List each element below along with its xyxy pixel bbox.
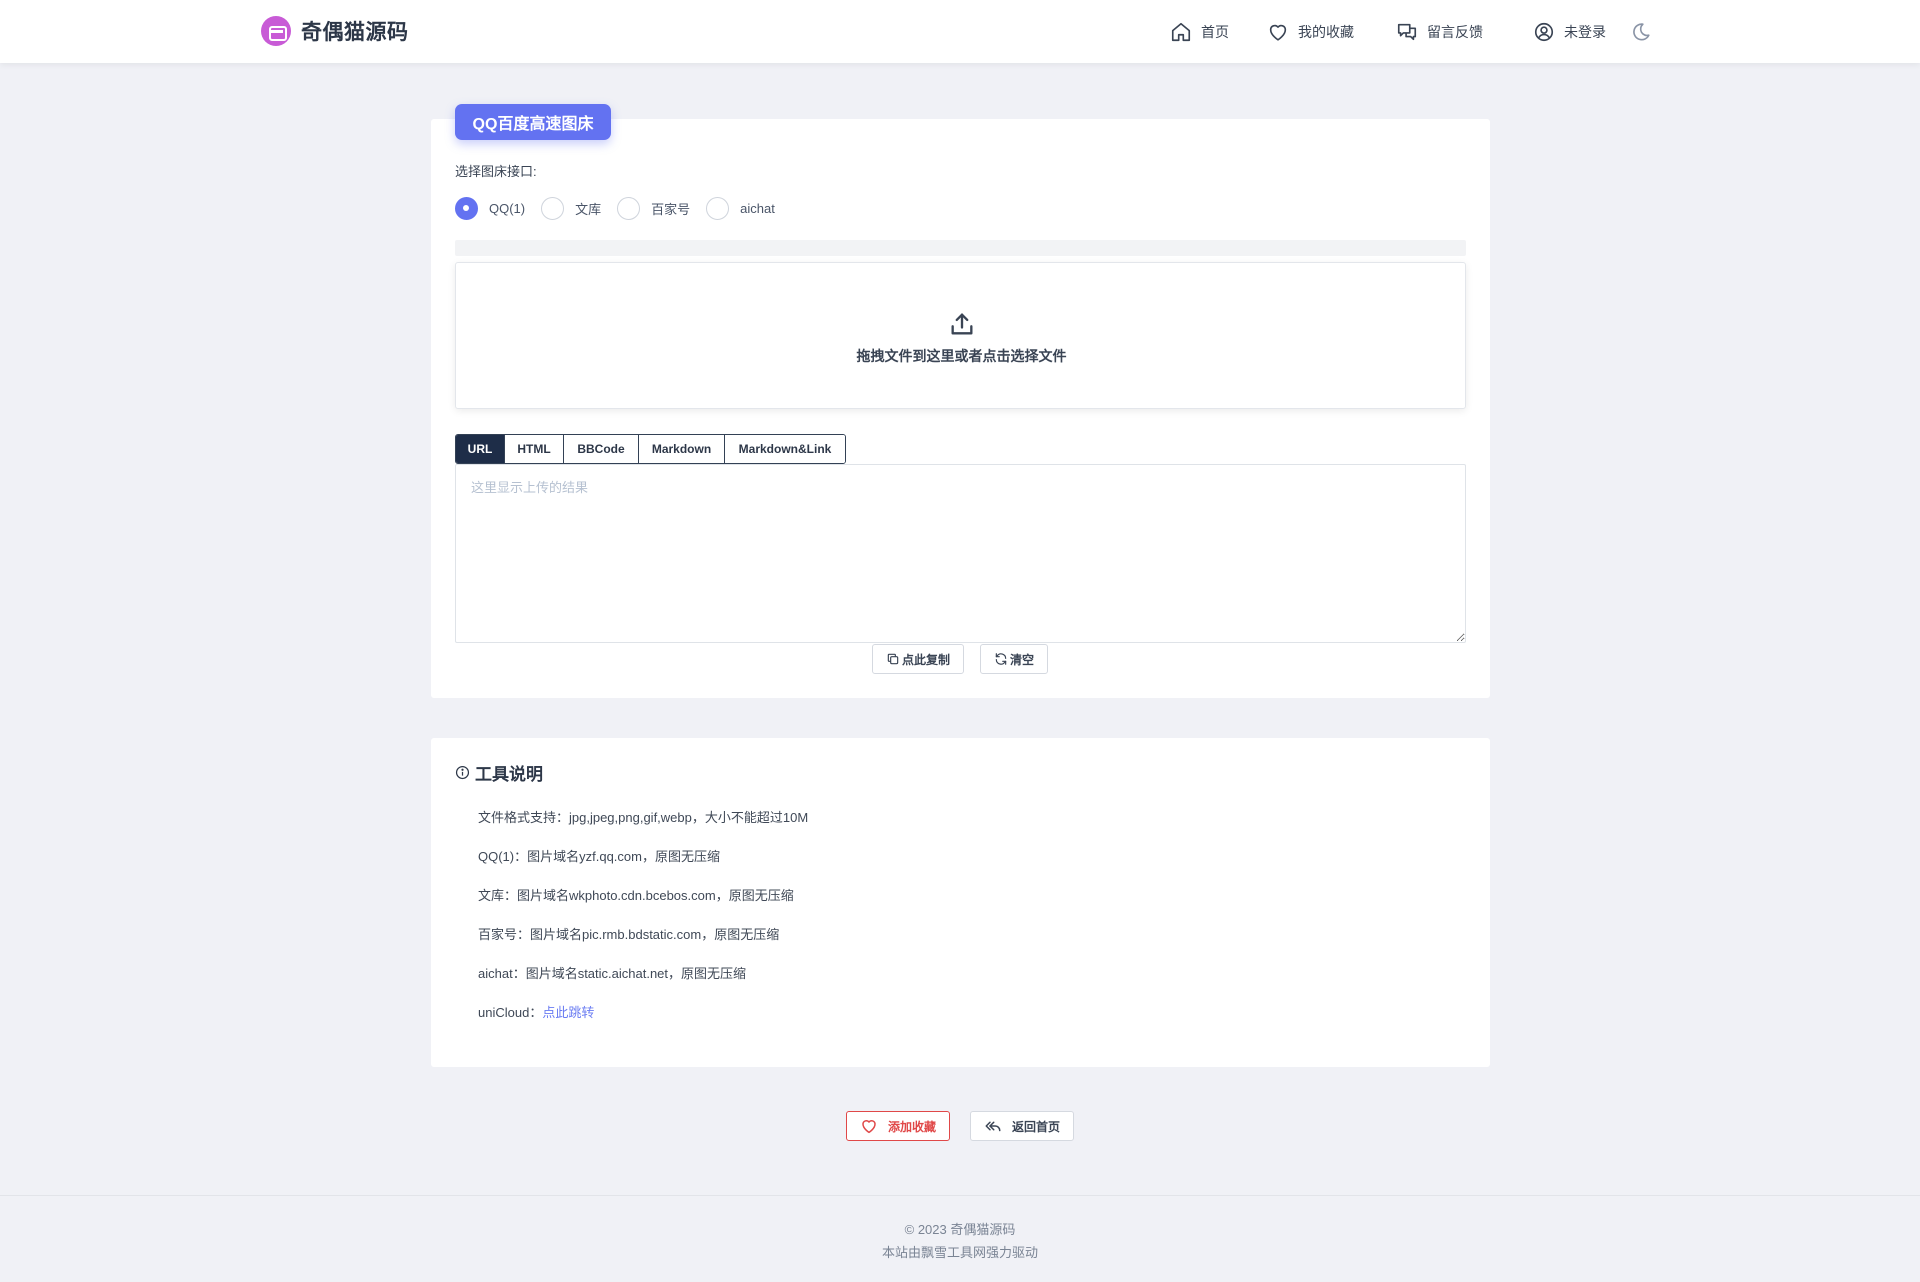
nav-favorites[interactable]: 我的收藏 <box>1267 20 1354 44</box>
heart-icon <box>1269 24 1287 41</box>
tab-html[interactable]: HTML <box>505 435 564 463</box>
radio-baijiahao-label: 百家号 <box>651 201 691 217</box>
format-tabs: URL HTML BBCode Markdown Markdown&Link <box>455 434 846 464</box>
upload-card-title: QQ百度高速图床 <box>455 104 611 140</box>
reply-all-icon <box>985 1121 1001 1132</box>
info-line-baijiahao: 百家号：图片域名pic.rmb.bdstatic.com，原图无压缩 <box>478 927 780 942</box>
add-favorite-label: 添加收藏 <box>887 1119 936 1134</box>
brand-name: 奇偶猫源码 <box>301 21 409 44</box>
nav-home[interactable]: 首页 <box>1170 20 1229 44</box>
refresh-icon <box>995 653 1007 665</box>
back-home-button[interactable]: 返回首页 <box>970 1111 1074 1141</box>
info-title-text: 工具说明 <box>475 764 543 784</box>
nav-user-label: 未登录 <box>1564 24 1606 40</box>
file-dropzone[interactable]: 拖拽文件到这里或者点击选择文件 <box>455 262 1466 409</box>
nav-home-label: 首页 <box>1201 24 1229 40</box>
radio-baijiahao[interactable]: 百家号 <box>617 196 691 220</box>
clear-button-label: 清空 <box>1009 652 1034 667</box>
footer-copyright: © 2023 奇偶猫源码 <box>904 1222 1016 1237</box>
tab-bbcode[interactable]: BBCode <box>564 435 639 463</box>
footer: © 2023 奇偶猫源码 本站由飘雪工具网强力驱动 <box>0 1195 1920 1282</box>
radio-unchecked-icon <box>541 196 565 220</box>
back-home-label: 返回首页 <box>1011 1119 1060 1134</box>
home-icon <box>1171 22 1191 42</box>
radio-wenku-label: 文库 <box>575 201 602 217</box>
info-line-qq: QQ(1)：图片域名yzf.qq.com，原图无压缩 <box>478 849 720 864</box>
nav-favorites-label: 我的收藏 <box>1298 24 1354 40</box>
info-line-unicloud: uniCloud：点此跳转 <box>478 1002 594 1021</box>
info-title: 工具说明 <box>455 761 543 784</box>
result-textarea[interactable] <box>455 464 1466 643</box>
brand-link[interactable]: 奇偶猫源码 <box>261 15 409 47</box>
radio-aichat-label: aichat <box>740 200 775 216</box>
radio-unchecked-icon <box>706 196 730 220</box>
tab-markdown[interactable]: Markdown <box>639 435 725 463</box>
footer-powered: 本站由飘雪工具网强力驱动 <box>881 1245 1038 1260</box>
info-line-wenku: 文库：图片域名wkphoto.cdn.bcebos.com，原图无压缩 <box>478 888 794 903</box>
unicloud-label: uniCloud： <box>478 1005 543 1020</box>
nav-user[interactable]: 未登录 <box>1533 20 1606 44</box>
upload-icon <box>951 313 973 335</box>
top-header: 奇偶猫源码 首页 我的收藏 留言反馈 未登录 <box>0 0 1920 63</box>
info-icon <box>455 765 470 779</box>
add-favorite-button[interactable]: 添加收藏 <box>846 1111 950 1141</box>
heart-icon <box>862 1120 876 1134</box>
copy-button-label: 点此复制 <box>901 652 950 667</box>
tab-markdown-link[interactable]: Markdown&Link <box>725 435 845 463</box>
info-line-aichat: aichat：图片域名static.aichat.net，原图无压缩 <box>478 966 747 981</box>
info-line-formats: 文件格式支持：jpg,jpeg,png,gif,webp，大小不能超过10M <box>478 810 809 825</box>
upload-progress-bar <box>455 240 1466 256</box>
radio-checked-icon <box>455 196 478 220</box>
radio-qq1-label: QQ(1) <box>489 200 526 216</box>
dropzone-text: 拖拽文件到这里或者点击选择文件 <box>856 348 1067 364</box>
radio-wenku[interactable]: 文库 <box>541 196 602 220</box>
radio-aichat[interactable]: aichat <box>706 196 775 220</box>
api-select-label: 选择图床接口: <box>455 164 537 179</box>
api-radio-group: QQ(1) 文库 百家号 aichat <box>455 196 791 220</box>
unicloud-link[interactable]: 点此跳转 <box>542 1005 594 1020</box>
theme-toggle[interactable] <box>1630 20 1661 44</box>
copy-icon <box>887 653 899 665</box>
moon-icon <box>1633 23 1650 41</box>
chat-icon <box>1397 23 1417 41</box>
nav-feedback-label: 留言反馈 <box>1427 24 1483 40</box>
radio-qq1[interactable]: QQ(1) <box>455 196 526 220</box>
radio-unchecked-icon <box>617 196 641 220</box>
tab-url[interactable]: URL <box>456 435 505 463</box>
brand-logo-icon <box>261 16 291 46</box>
copy-button[interactable]: 点此复制 <box>872 644 964 674</box>
clear-button[interactable]: 清空 <box>980 644 1048 674</box>
user-circle-icon <box>1534 22 1554 42</box>
nav-feedback[interactable]: 留言反馈 <box>1396 20 1483 44</box>
